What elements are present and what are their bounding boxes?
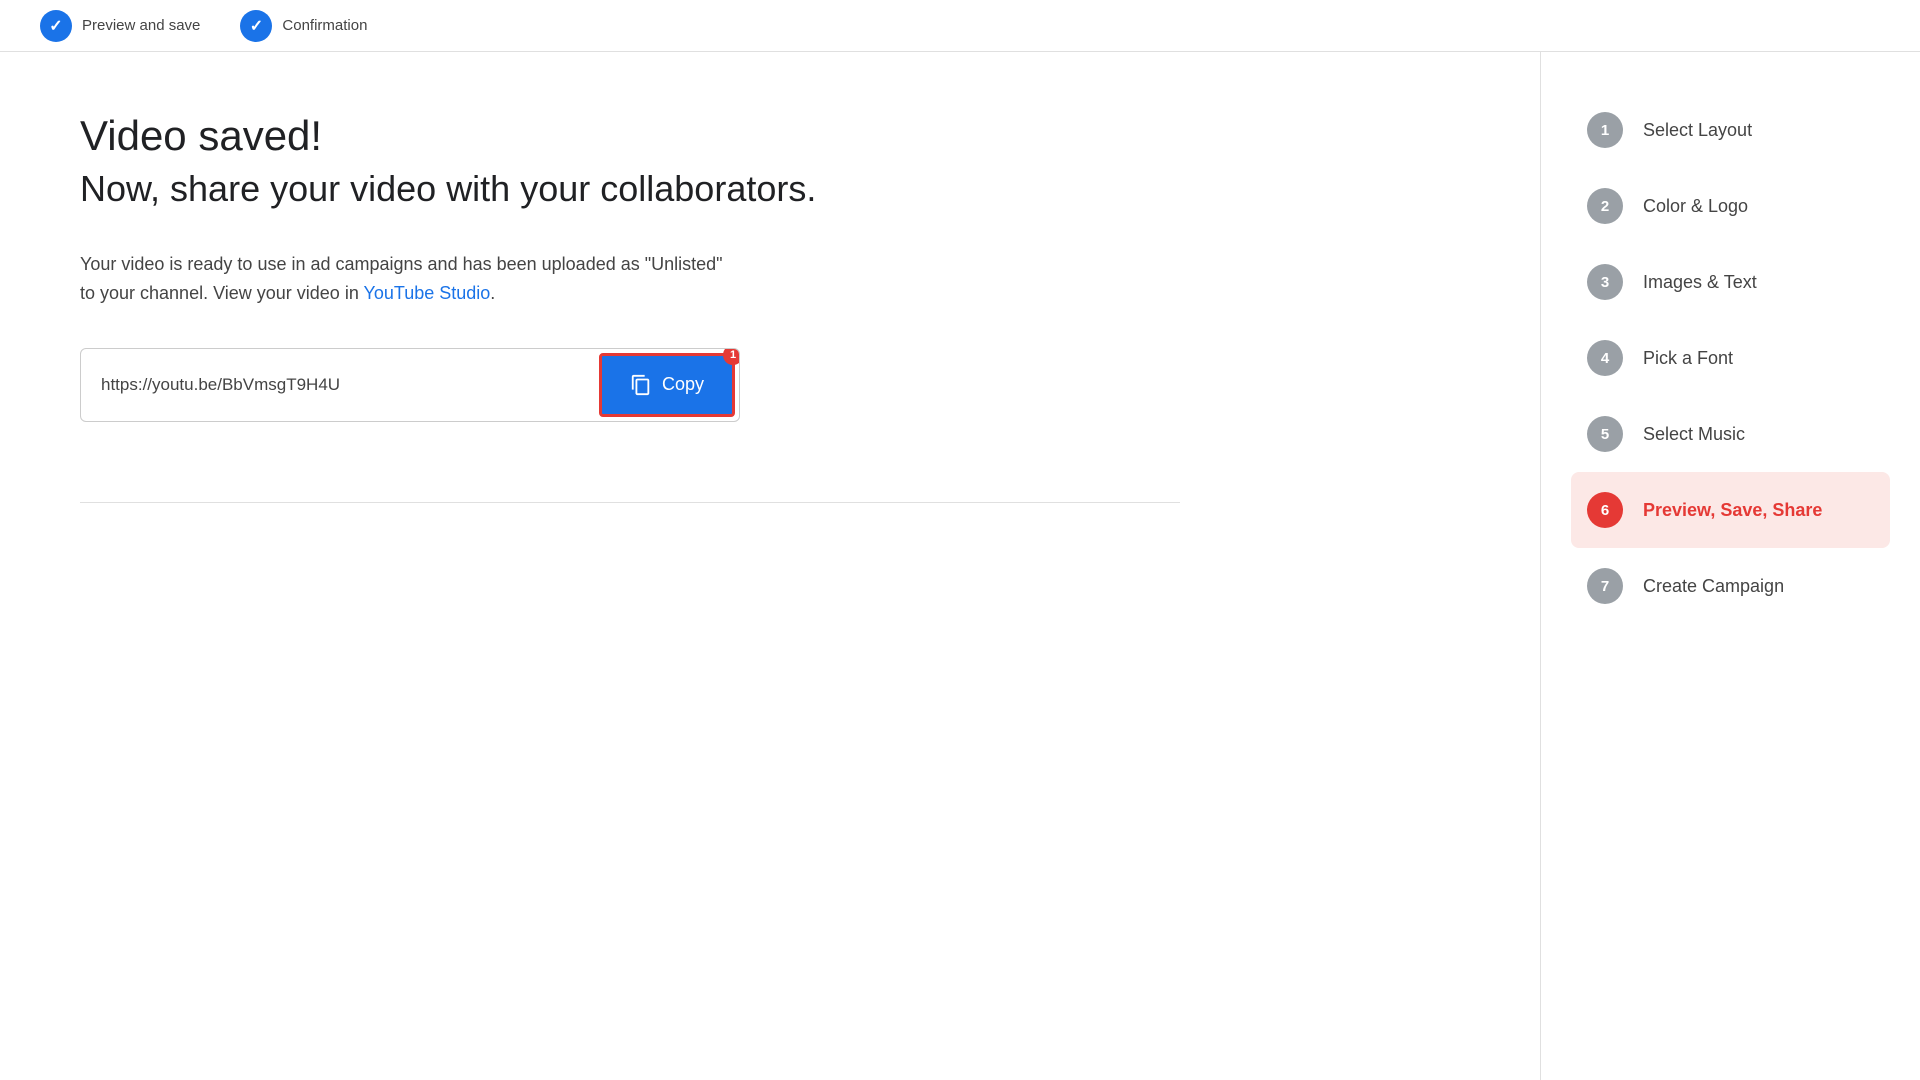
sidebar-step-number-6: 6 bbox=[1587, 492, 1623, 528]
copy-icon bbox=[630, 374, 652, 396]
nav-step-label-4: Confirmation bbox=[282, 17, 367, 34]
nav-step-circle-3 bbox=[40, 10, 72, 42]
sidebar-step-3[interactable]: 3 Images & Text bbox=[1571, 244, 1890, 320]
sidebar-step-4[interactable]: 4 Pick a Font bbox=[1571, 320, 1890, 396]
main-layout: Video saved! Now, share your video with … bbox=[0, 52, 1920, 1080]
video-description: Your video is ready to use in ad campaig… bbox=[80, 250, 980, 308]
description-text-1: Your video is ready to use in ad campaig… bbox=[80, 254, 723, 274]
sidebar-step-5[interactable]: 5 Select Music bbox=[1571, 396, 1890, 472]
copy-badge: 1 bbox=[723, 348, 740, 365]
sidebar-step-label-5: Select Music bbox=[1643, 424, 1745, 445]
sidebar-step-6[interactable]: 6 Preview, Save, Share bbox=[1571, 472, 1890, 548]
description-end: . bbox=[490, 283, 495, 303]
sidebar-step-7[interactable]: 7 Create Campaign bbox=[1571, 548, 1890, 624]
nav-step-label-3: Preview and save bbox=[82, 17, 200, 34]
content-area: Video saved! Now, share your video with … bbox=[0, 52, 1540, 1080]
sidebar-step-label-2: Color & Logo bbox=[1643, 196, 1748, 217]
youtube-studio-link[interactable]: YouTube Studio bbox=[364, 283, 491, 303]
sidebar-step-label-4: Pick a Font bbox=[1643, 348, 1733, 369]
nav-step-circle-4 bbox=[240, 10, 272, 42]
top-navigation: Preview and save Confirmation bbox=[0, 0, 1920, 52]
nav-step-preview: Preview and save bbox=[40, 10, 200, 42]
sidebar-step-2[interactable]: 2 Color & Logo bbox=[1571, 168, 1890, 244]
sidebar-step-number-3: 3 bbox=[1587, 264, 1623, 300]
description-text-2: to your channel. View your video in bbox=[80, 283, 364, 303]
sidebar-step-number-7: 7 bbox=[1587, 568, 1623, 604]
nav-step-confirmation: Confirmation bbox=[240, 10, 367, 42]
sidebar: 1 Select Layout 2 Color & Logo 3 Images … bbox=[1540, 52, 1920, 1080]
sidebar-step-label-6: Preview, Save, Share bbox=[1643, 500, 1822, 521]
content-divider bbox=[80, 502, 1180, 503]
url-input[interactable] bbox=[81, 357, 595, 413]
video-saved-title: Video saved! bbox=[80, 112, 1460, 160]
url-copy-container: 1 Copy bbox=[80, 348, 740, 422]
copy-button-wrapper: 1 Copy bbox=[595, 349, 739, 421]
sidebar-step-1[interactable]: 1 Select Layout bbox=[1571, 92, 1890, 168]
sidebar-step-number-2: 2 bbox=[1587, 188, 1623, 224]
sidebar-step-label-1: Select Layout bbox=[1643, 120, 1752, 141]
sidebar-step-label-3: Images & Text bbox=[1643, 272, 1757, 293]
sidebar-step-label-7: Create Campaign bbox=[1643, 576, 1784, 597]
sidebar-step-number-1: 1 bbox=[1587, 112, 1623, 148]
sidebar-step-number-4: 4 bbox=[1587, 340, 1623, 376]
video-saved-subtitle: Now, share your video with your collabor… bbox=[80, 168, 1460, 210]
sidebar-step-number-5: 5 bbox=[1587, 416, 1623, 452]
copy-button-label: Copy bbox=[662, 374, 704, 395]
copy-button[interactable]: Copy bbox=[599, 353, 735, 417]
